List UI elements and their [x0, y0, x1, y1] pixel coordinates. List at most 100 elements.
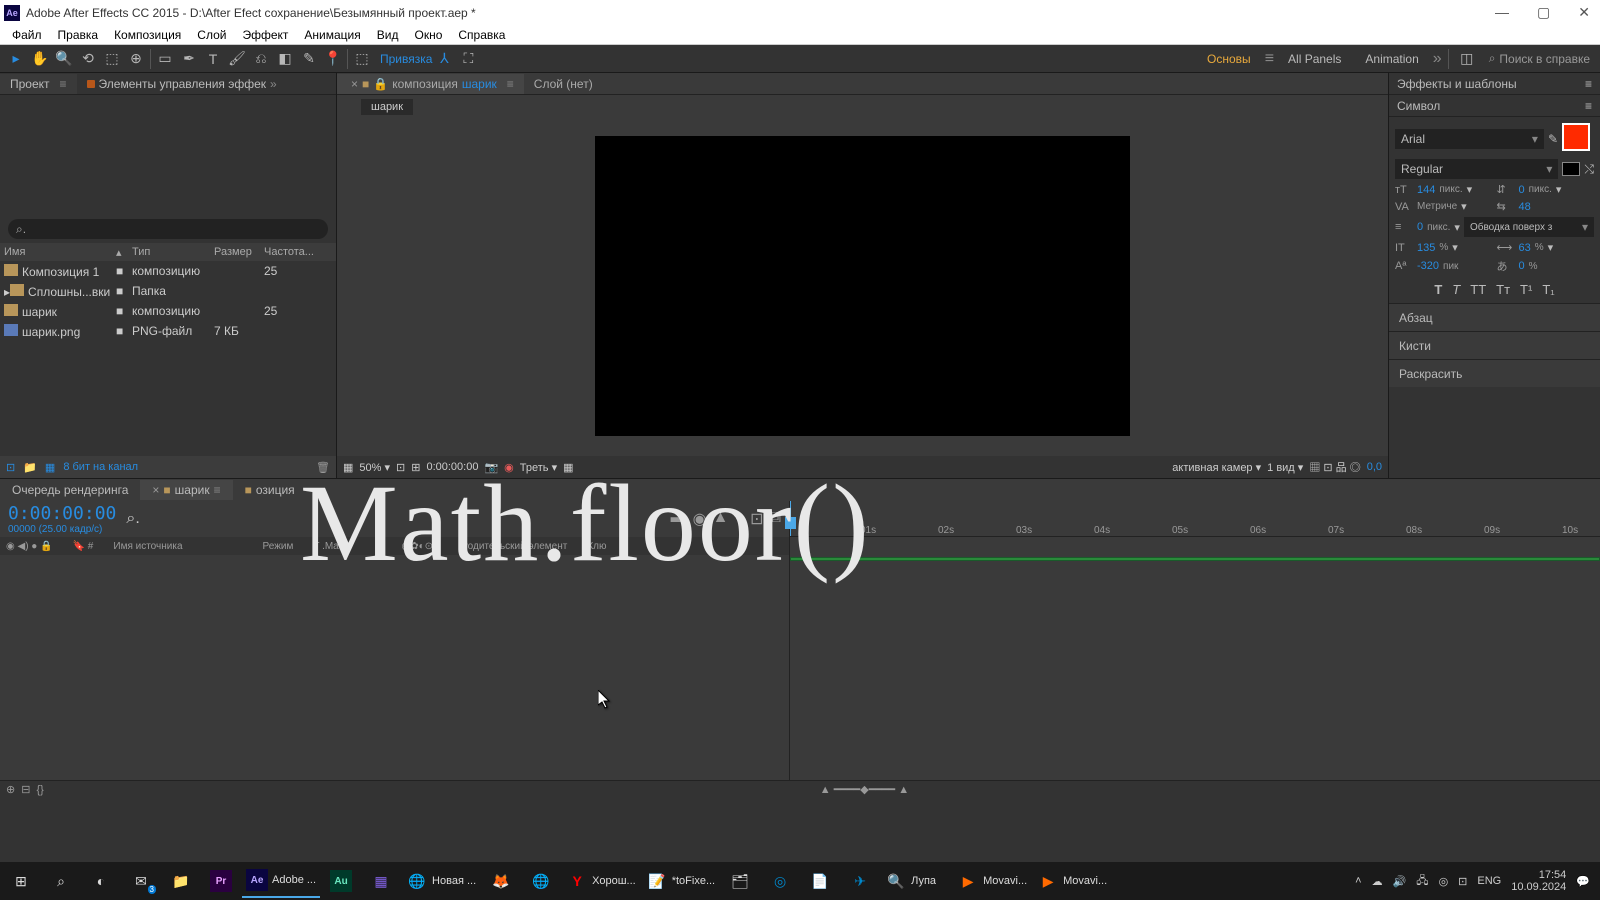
leading-field[interactable]: ⇵0пикс.▾ — [1497, 183, 1595, 196]
snap-label[interactable]: Привязка — [380, 52, 432, 66]
workspace-essentials[interactable]: Основы — [1197, 50, 1261, 68]
smallcaps-button[interactable]: Tᴛ — [1496, 282, 1510, 297]
res-icon[interactable]: ⊡ — [396, 461, 405, 474]
tl-icon[interactable]: ◐ — [734, 509, 744, 529]
pen-tool-icon[interactable]: ✒ — [177, 47, 201, 71]
workspace-animation[interactable]: Animation — [1355, 50, 1428, 68]
taskbar-mail[interactable]: ✉3 — [122, 864, 160, 898]
menu-help[interactable]: Справка — [450, 26, 513, 44]
roto-tool-icon[interactable]: ✎ — [297, 47, 321, 71]
tl-icon[interactable]: ⧉ — [770, 509, 781, 529]
taskbar-yandex[interactable]: YХорош... — [562, 864, 640, 898]
bit-depth-button[interactable]: 8 бит на канал — [63, 461, 138, 473]
tl-icon[interactable]: ▬ — [671, 509, 687, 529]
workspace-allpanels[interactable]: All Panels — [1278, 50, 1351, 68]
project-search[interactable]: ⌕. — [8, 219, 328, 239]
snap-icon[interactable]: ⅄ — [432, 47, 456, 71]
paint-panel-header[interactable]: Раскрасить — [1389, 359, 1600, 387]
maximize-button[interactable]: ▢ — [1537, 4, 1550, 21]
toggle-modes-icon[interactable]: ⊟ — [21, 783, 30, 796]
search-icon[interactable]: ⌕. — [126, 510, 139, 528]
effects-panel-header[interactable]: Эффекты и шаблоны≡ — [1389, 73, 1600, 95]
tray-lang[interactable]: ENG — [1477, 875, 1501, 887]
new-comp-icon[interactable]: ▦ — [45, 461, 55, 474]
pan-behind-tool-icon[interactable]: ⊕ — [124, 47, 148, 71]
taskbar-explorer[interactable]: 📁 — [162, 864, 200, 898]
stroke-width-field[interactable]: ≡0пикс.▾ — [1395, 221, 1460, 234]
timeline-tab-comp[interactable]: ×■шарик≡ — [140, 480, 232, 500]
taskbar-app[interactable]: 📄 — [801, 864, 839, 898]
zoom-slider[interactable]: ▲ ━━━━◆━━━━ ▲ — [820, 783, 909, 796]
menu-effect[interactable]: Эффект — [234, 26, 296, 44]
help-search[interactable]: ⌕ Поиск в справке — [1483, 51, 1596, 66]
taskbar-app[interactable]: 🗂 — [721, 864, 759, 898]
project-item[interactable]: ▸Сплошны...вки ■Папка — [0, 281, 336, 301]
quality-dropdown[interactable]: Треть ▾ — [520, 461, 557, 474]
timeline-tracks[interactable]: 01s 02s 03s 04s 05s 06s 07s 08s 09s 10s — [790, 501, 1600, 780]
interpret-icon[interactable]: ⊡ — [6, 461, 15, 474]
tray-network-icon[interactable]: 🖧 — [1416, 872, 1428, 891]
taskbar-app[interactable]: ◎ — [761, 864, 799, 898]
fill-color-swatch[interactable] — [1562, 123, 1590, 151]
playhead[interactable] — [790, 501, 791, 536]
font-style-dropdown[interactable]: Regular▾ — [1395, 159, 1558, 179]
close-icon[interactable]: × — [351, 77, 358, 91]
swap-colors-icon[interactable]: ⤭ — [1584, 162, 1594, 177]
rotate-tool-icon[interactable]: ⟲ — [76, 47, 100, 71]
tray-icon[interactable]: ⊡ — [1458, 875, 1467, 888]
view-options-icon[interactable]: ▦ ⊡ 品 ◎ — [1309, 459, 1360, 475]
close-button[interactable]: ✕ — [1578, 4, 1590, 21]
tl-icon[interactable]: ◉ — [693, 509, 707, 529]
render-queue-tab[interactable]: Очередь рендеринга — [0, 480, 140, 500]
system-tray[interactable]: ˄ ☁ 🔊 🖧 ◎ ⊡ ENG 17:54 10.09.2024 💬 — [1355, 869, 1598, 893]
alpha-icon[interactable]: ▦ — [343, 461, 353, 474]
taskbar-movavi[interactable]: ▶Movavi... — [953, 864, 1031, 898]
project-item[interactable]: Композиция 1 ■композицию25 — [0, 261, 336, 281]
taskbar-telegram[interactable]: ✈ — [841, 864, 879, 898]
toggle-brackets-icon[interactable]: {} — [36, 784, 43, 796]
bold-button[interactable]: T — [1434, 282, 1442, 297]
menu-animation[interactable]: Анимация — [296, 26, 368, 44]
kerning-field[interactable]: VAМетриче▾ — [1395, 200, 1493, 213]
stroke-mode-dropdown[interactable]: Обводка поверх з▾ — [1464, 217, 1594, 237]
tsume-field[interactable]: あ0% — [1497, 258, 1595, 274]
italic-button[interactable]: T — [1452, 282, 1460, 297]
project-item[interactable]: шарик ■композицию25 — [0, 301, 336, 321]
camera-dropdown[interactable]: активная камер ▾ — [1172, 461, 1261, 474]
tray-chevron-icon[interactable]: ˄ — [1355, 875, 1361, 887]
sync-icon[interactable]: ◫ — [1455, 47, 1479, 71]
paragraph-panel-header[interactable]: Абзац — [1389, 303, 1600, 331]
tray-volume-icon[interactable]: 🔊 — [1393, 875, 1407, 888]
brushes-panel-header[interactable]: Кисти — [1389, 331, 1600, 359]
project-item[interactable]: шарик.png ■PNG-файл7 КБ — [0, 321, 336, 341]
superscript-button[interactable]: T¹ — [1520, 282, 1532, 297]
subscript-button[interactable]: T₁ — [1542, 282, 1554, 297]
taskbar-app[interactable]: ▦ — [362, 864, 400, 898]
views-dropdown[interactable]: 1 вид ▾ — [1267, 461, 1303, 474]
font-size-field[interactable]: тT144пикс.▾ — [1395, 183, 1493, 196]
menu-composition[interactable]: Композиция — [106, 26, 189, 44]
project-columns[interactable]: Имя▴ Тип Размер Частота... — [0, 243, 336, 261]
trash-icon[interactable]: 🗑 — [316, 461, 330, 474]
tray-clock[interactable]: 17:54 10.09.2024 — [1511, 869, 1566, 893]
font-family-dropdown[interactable]: Arial▾ — [1395, 129, 1544, 149]
zoom-dropdown[interactable]: 50% ▾ — [359, 461, 390, 474]
taskbar-aftereffects[interactable]: AeAdobe ... — [242, 864, 320, 898]
snapshot-icon[interactable]: 📷 — [484, 461, 498, 474]
character-panel-header[interactable]: Символ≡ — [1389, 95, 1600, 117]
toggle-switches-icon[interactable]: ⊕ — [6, 783, 15, 796]
taskbar-audition[interactable]: Au — [322, 864, 360, 898]
transparency-icon[interactable]: ▦ — [563, 461, 573, 474]
timeline-tab-other[interactable]: ■озиция — [233, 480, 307, 500]
viewer-tab-comp[interactable]: × ■ 🔒 композиция шарик ≡ — [337, 74, 524, 94]
taskbar-premiere[interactable]: Pr — [202, 864, 240, 898]
current-time[interactable]: 0:00:00:00 — [8, 503, 116, 524]
menu-layer[interactable]: Слой — [189, 26, 234, 44]
tl-icon[interactable]: ▲ — [713, 509, 729, 529]
grid-icon[interactable]: ⊞ — [411, 461, 420, 474]
taskbar-movavi[interactable]: ▶Movavi... — [1033, 864, 1111, 898]
comp-breadcrumb[interactable]: шарик — [361, 99, 413, 115]
allcaps-button[interactable]: TT — [1470, 282, 1486, 297]
brush-tool-icon[interactable]: 🖌 — [225, 47, 249, 71]
menu-view[interactable]: Вид — [369, 26, 407, 44]
